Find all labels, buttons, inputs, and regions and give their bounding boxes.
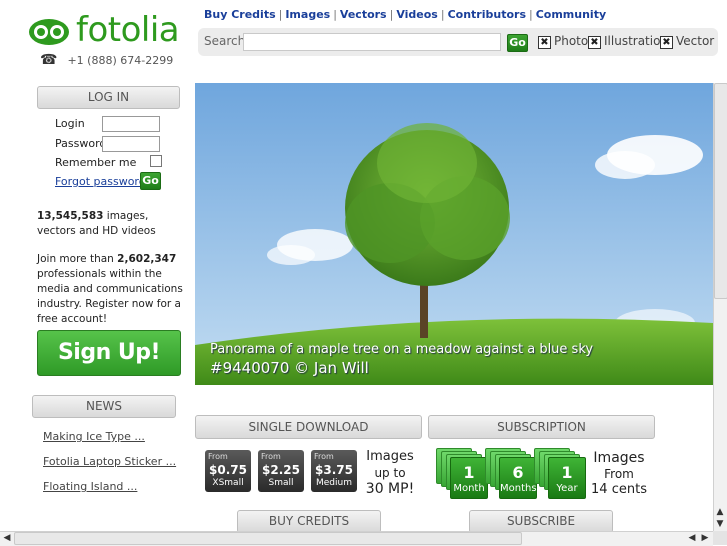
images-count-text: 13,545,583 images, vectors and HD videos xyxy=(37,209,187,239)
fotolia-logo[interactable]: fotolia xyxy=(28,10,188,54)
filter-illustration-checkbox[interactable]: ✖ xyxy=(588,36,601,49)
nav-buy-credits[interactable]: Buy Credits xyxy=(204,8,276,21)
filter-vector-checkbox[interactable]: ✖ xyxy=(660,36,673,49)
scroll-left-arrow-icon[interactable]: ◀ xyxy=(1,532,13,544)
subscribe-button[interactable]: SUBSCRIBE xyxy=(469,510,613,533)
nav-contributors[interactable]: Contributors xyxy=(448,8,526,21)
price-xsmall[interactable]: From $0.75 XSmall xyxy=(205,450,251,492)
news-item[interactable]: Making Ice Type ... xyxy=(43,430,145,443)
remember-me-label: Remember me xyxy=(55,156,137,169)
single-download-header: SINGLE DOWNLOAD xyxy=(195,415,422,439)
hero-caption-text: Panorama of a maple tree on a meadow aga… xyxy=(210,342,594,357)
price-size: Medium xyxy=(316,478,352,488)
join-prefix: Join more than xyxy=(37,253,114,265)
news-item[interactable]: Fotolia Laptop Sticker ... xyxy=(43,455,176,468)
buy-credits-button[interactable]: BUY CREDITS xyxy=(237,510,381,533)
search-input[interactable] xyxy=(243,33,501,51)
price-size: XSmall xyxy=(212,478,244,488)
remember-me-checkbox[interactable] xyxy=(150,155,162,167)
phone-text: +1 (888) 674-2299 xyxy=(67,54,174,67)
top-nav: Buy Credits | Images | Vectors | Videos | Contri… xyxy=(204,8,606,21)
brand-name: fotolia xyxy=(76,10,180,50)
scroll-left-arrow-icon[interactable]: ◀ xyxy=(686,532,698,544)
hero-caption: Panorama of a maple tree on a meadow aga… xyxy=(210,341,593,377)
nav-videos[interactable]: Videos xyxy=(396,8,438,21)
filter-illustration-label: Illustration xyxy=(604,34,669,48)
scroll-right-arrow-icon[interactable]: ▶ xyxy=(699,532,711,544)
news-item[interactable]: Floating Island ... xyxy=(43,480,137,493)
join-text: Join more than 2,602,347 professionals w… xyxy=(37,252,187,327)
note-line: up to xyxy=(374,466,406,480)
price-from: From xyxy=(261,452,281,461)
phone-icon: ☎ xyxy=(40,52,58,68)
pros-count: 2,602,347 xyxy=(117,253,177,265)
search-go-button[interactable]: Go xyxy=(507,34,528,52)
price-from: From xyxy=(314,452,334,461)
join-desc: professionals within the media and commu… xyxy=(37,268,183,325)
images-count: 13,545,583 xyxy=(37,210,104,222)
scroll-down-arrow-icon[interactable]: ▼ xyxy=(714,518,726,530)
horizontal-scrollbar-thumb[interactable] xyxy=(14,532,522,545)
subscription-note: Images From 14 cents xyxy=(588,450,650,498)
login-header: LOG IN xyxy=(37,86,180,109)
filter-photo-label: Photo xyxy=(554,34,589,48)
plan-1-year[interactable]: 1 Year xyxy=(534,448,586,499)
search-bar: Search Go ✖ Photo ✖ Illustration ✖ Vecto… xyxy=(198,28,718,56)
subscription-header: SUBSCRIPTION xyxy=(428,415,655,439)
plan-unit: Months xyxy=(500,483,537,494)
nav-separator: | xyxy=(278,8,283,21)
price-small[interactable]: From $2.25 Small xyxy=(258,450,304,492)
nav-separator: | xyxy=(333,8,337,21)
login-label: Login xyxy=(55,117,85,130)
nav-separator: | xyxy=(389,8,394,21)
nav-images[interactable]: Images xyxy=(285,8,330,21)
vertical-scrollbar-thumb[interactable] xyxy=(714,83,727,299)
note-line: Images xyxy=(366,449,414,464)
filter-photo-checkbox[interactable]: ✖ xyxy=(538,36,551,49)
note-line: 30 MP! xyxy=(365,481,415,497)
price-value: $2.25 xyxy=(262,463,300,477)
nav-community[interactable]: Community xyxy=(536,8,606,21)
plan-number: 1 xyxy=(463,463,475,482)
note-line: Images xyxy=(593,450,645,466)
hero-photo xyxy=(195,83,713,385)
login-field[interactable] xyxy=(102,116,160,132)
search-label: Search xyxy=(204,34,246,48)
password-label: Password xyxy=(55,137,107,150)
phone-number: ☎ +1 (888) 674-2299 xyxy=(40,52,173,68)
plan-number: 6 xyxy=(512,463,524,482)
forgot-password-link[interactable]: Forgot password xyxy=(55,175,146,188)
note-line: From xyxy=(604,467,634,481)
plan-number: 1 xyxy=(561,463,573,482)
fotolia-logo-icon xyxy=(29,19,69,45)
filter-vector-label: Vector xyxy=(676,34,715,48)
price-from: From xyxy=(208,452,228,461)
news-header: NEWS xyxy=(32,395,176,418)
hero-image[interactable]: Panorama of a maple tree on a meadow aga… xyxy=(195,83,713,385)
price-value: $3.75 xyxy=(315,463,353,477)
plan-6-months[interactable]: 6 Months xyxy=(485,448,537,499)
sign-up-button[interactable]: Sign Up! xyxy=(37,330,181,376)
plan-unit: Year xyxy=(556,483,578,494)
nav-separator: | xyxy=(440,8,445,21)
password-field[interactable] xyxy=(102,136,160,152)
hero-credit: #9440070 © Jan Will xyxy=(210,359,369,377)
scrollbar-corner xyxy=(713,531,727,545)
scroll-up-arrow-icon[interactable]: ▲ xyxy=(714,506,726,518)
plan-unit: Month xyxy=(453,483,485,494)
plan-1-month[interactable]: 1 Month xyxy=(436,448,488,499)
price-medium[interactable]: From $3.75 Medium xyxy=(311,450,357,492)
price-value: $0.75 xyxy=(209,463,247,477)
nav-separator: | xyxy=(529,8,533,21)
price-size: Small xyxy=(268,478,294,488)
note-line: 14 cents xyxy=(591,482,647,497)
login-go-button[interactable]: Go xyxy=(140,172,161,190)
nav-vectors[interactable]: Vectors xyxy=(340,8,387,21)
single-download-note: Images up to 30 MP! xyxy=(360,449,420,497)
